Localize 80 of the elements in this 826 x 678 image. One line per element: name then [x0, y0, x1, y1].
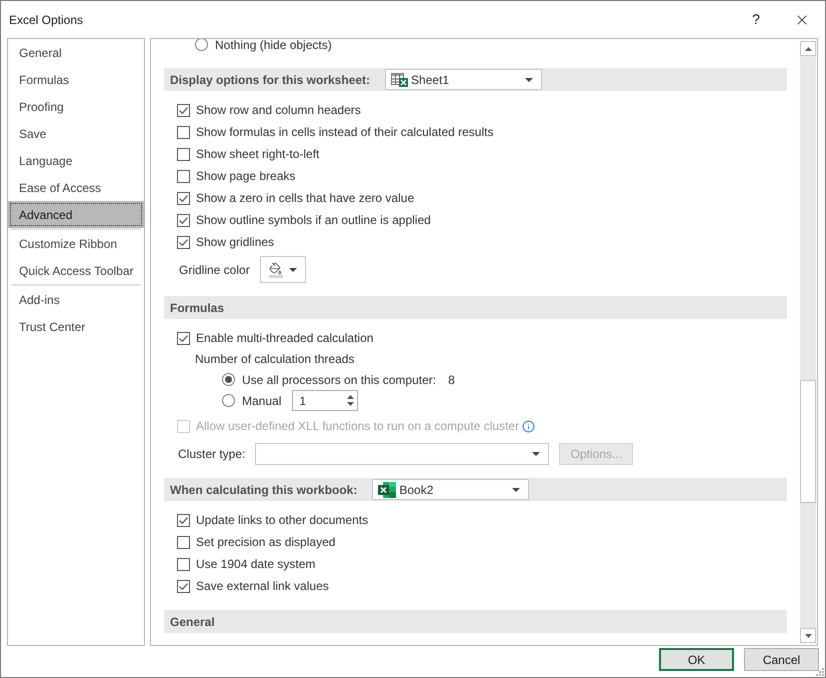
- radio-button[interactable]: [195, 39, 208, 51]
- radio-label: Use all processors on this computer:: [242, 372, 436, 388]
- radio-button[interactable]: [222, 373, 235, 386]
- checkmark-icon: [179, 216, 188, 224]
- checkbox-label: Enable multi-threaded calculation: [196, 330, 374, 347]
- scrollbar[interactable]: [800, 41, 816, 643]
- checkbox[interactable]: [177, 558, 190, 570]
- section-title: When calculating this workbook:: [170, 482, 358, 498]
- sidebar-item[interactable]: General: [8, 39, 144, 66]
- checkmark-icon: [179, 194, 188, 202]
- option-label: Gridline color: [179, 262, 250, 278]
- checkbox[interactable]: [177, 192, 190, 204]
- checkbox-label: Show page breaks: [196, 168, 296, 185]
- checkmark-icon: [179, 516, 188, 524]
- down-arrow-icon: [804, 634, 812, 638]
- processor-count: 8: [448, 372, 455, 388]
- checkmark-icon: [179, 334, 188, 342]
- caret-icon: [532, 452, 540, 456]
- checkbox[interactable]: [177, 332, 190, 344]
- sidebar-item[interactable]: Formulas: [8, 66, 144, 93]
- sidebar-item[interactable]: Trust Center: [8, 313, 144, 340]
- checkbox[interactable]: [177, 580, 190, 592]
- worksheet-dropdown[interactable]: Sheet1: [385, 69, 542, 90]
- checkbox-label: Show a zero in cells that have zero value: [196, 190, 414, 207]
- checkmark-icon: [179, 582, 188, 590]
- paint-bucket-icon: [268, 262, 283, 278]
- section-title: Formulas: [170, 300, 224, 316]
- help-button[interactable]: ?: [733, 4, 779, 36]
- sidebar-item[interactable]: Advanced: [8, 201, 144, 228]
- spreadsheet-app-icon: [378, 482, 396, 498]
- spin-arrows-icon: [347, 395, 354, 406]
- checkbox-label: Set precision as displayed: [196, 534, 336, 551]
- checkbox[interactable]: [177, 148, 190, 160]
- checkbox-label: Use 1904 date system: [196, 556, 316, 573]
- checkbox-label: Show row and column headers: [196, 102, 361, 119]
- checkbox[interactable]: [177, 214, 190, 226]
- checkbox[interactable]: [177, 126, 190, 138]
- caret-icon: [512, 488, 520, 492]
- sidebar-item[interactable]: Save: [8, 120, 144, 147]
- option-label: Cluster type:: [178, 446, 246, 463]
- checkbox[interactable]: [177, 536, 190, 548]
- checkbox-label: Show sheet right-to-left: [196, 146, 320, 163]
- resize-grip-icon: [816, 668, 824, 676]
- window-title: Excel Options: [8, 12, 84, 28]
- sidebar-item[interactable]: Language: [8, 147, 144, 174]
- thread-count-spinbox[interactable]: 1: [292, 390, 358, 411]
- sidebar-item[interactable]: Proofing: [8, 93, 144, 120]
- up-arrow-icon: [804, 46, 812, 50]
- checkbox[interactable]: [177, 104, 190, 116]
- workbook-dropdown[interactable]: Book2: [372, 479, 530, 500]
- sidebar-item[interactable]: Add-ins: [8, 286, 144, 313]
- checkbox-label: Update links to other documents: [196, 512, 368, 529]
- scroll-up-button[interactable]: [800, 41, 816, 56]
- color-picker-button[interactable]: [260, 256, 306, 283]
- checkbox-label: Show gridlines: [196, 234, 274, 251]
- scrollbar-thumb[interactable]: [800, 380, 816, 503]
- radio-label: Manual: [242, 392, 282, 410]
- checkbox-label: Allow user-defined XLL functions to run on a compute cluster: [196, 418, 520, 435]
- caret-icon: [288, 268, 297, 272]
- checkmark-icon: [179, 238, 188, 246]
- worksheet-icon: [391, 72, 408, 86]
- checkbox-label: Show formulas in cells instead of their calculated results: [196, 124, 494, 141]
- checkbox-label: Show outline symbols if an outline is applied: [196, 212, 431, 229]
- checkbox[interactable]: [177, 514, 190, 526]
- checkbox-label: Save external link values: [196, 578, 329, 595]
- sidebar-item[interactable]: Quick Access Toolbar: [8, 257, 144, 284]
- dialog-button[interactable]: Cancel: [744, 648, 819, 671]
- checkbox[interactable]: [177, 170, 190, 182]
- sidebar-item[interactable]: Ease of Access: [8, 174, 144, 201]
- radio-button[interactable]: [222, 394, 235, 407]
- radio-label: Nothing (hide objects): [215, 39, 332, 54]
- sidebar-item[interactable]: Customize Ribbon: [8, 230, 144, 257]
- scroll-down-button[interactable]: [800, 628, 816, 643]
- checkbox[interactable]: [177, 236, 190, 248]
- section-title: Display options for this worksheet:: [170, 72, 370, 88]
- dialog-button[interactable]: OK: [659, 648, 734, 671]
- caret-icon: [525, 78, 534, 82]
- section-title: General: [170, 614, 215, 630]
- checkmark-icon: [179, 106, 188, 114]
- group-caption: Number of calculation threads: [195, 351, 354, 368]
